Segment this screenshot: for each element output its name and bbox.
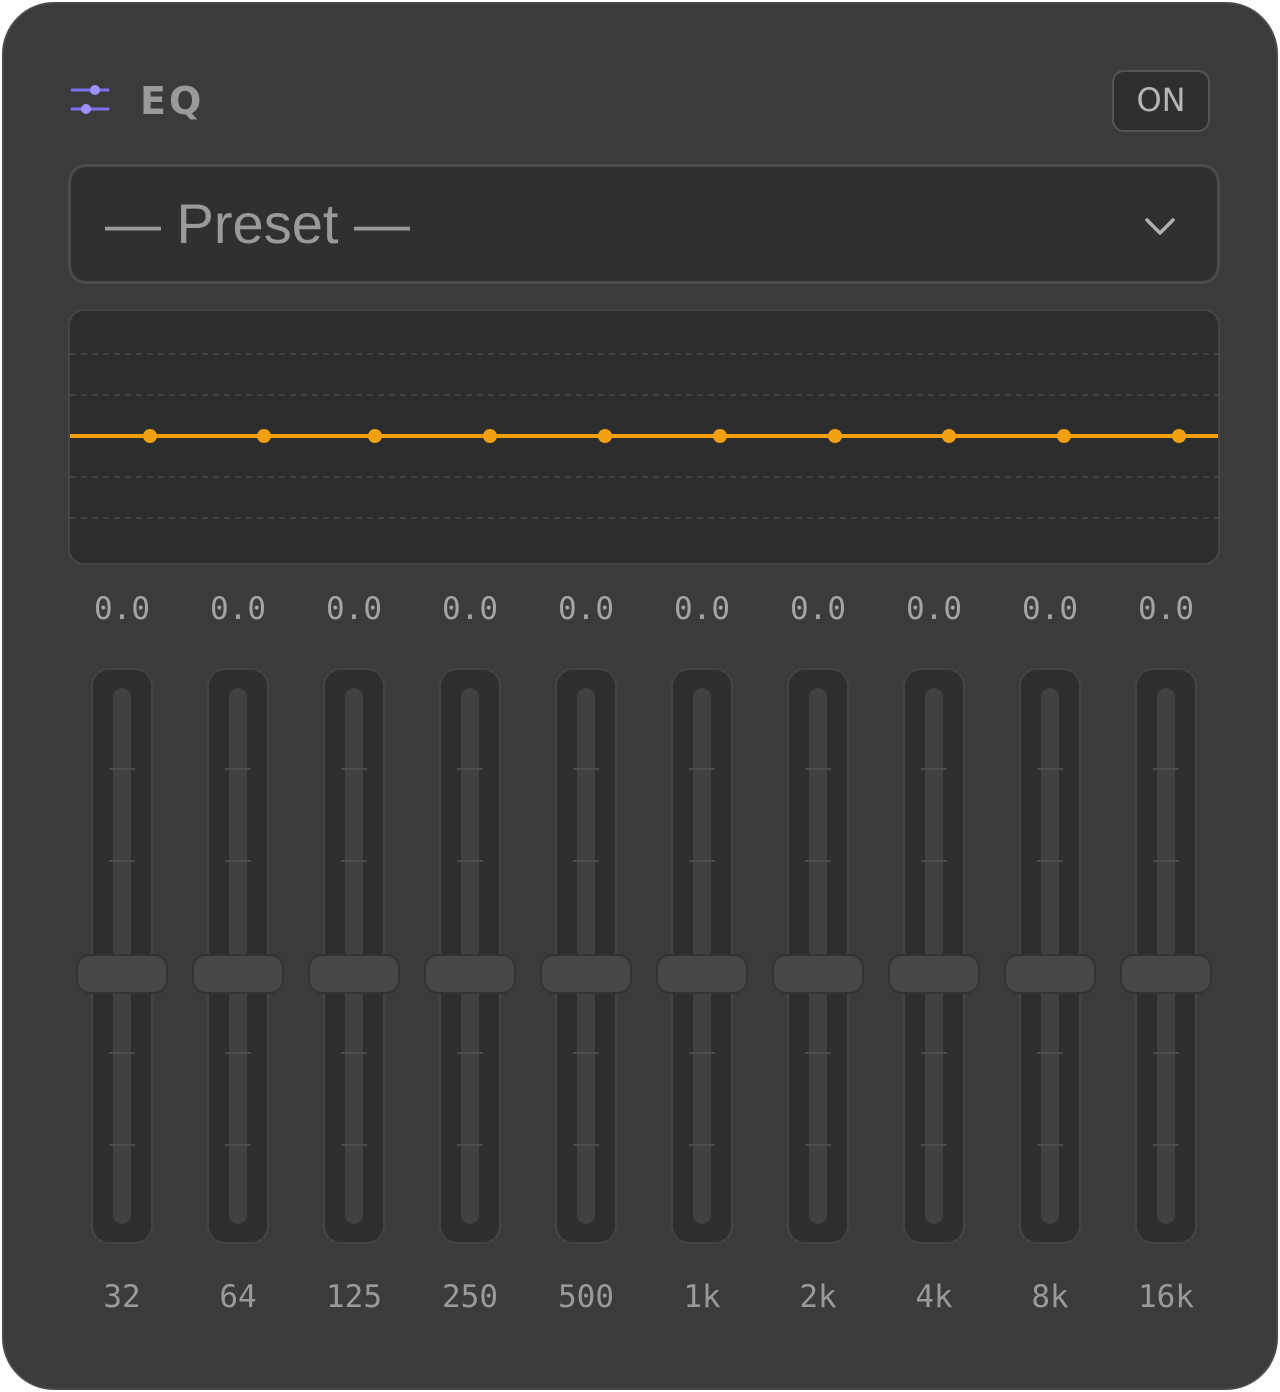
slider-tick — [1153, 1052, 1179, 1054]
slider-tick — [805, 1144, 831, 1146]
slider-tick — [225, 1144, 251, 1146]
slider-tick — [689, 768, 715, 770]
eq-curve-point — [598, 429, 612, 443]
band-slider-thumb[interactable] — [424, 954, 516, 994]
slider-tick — [457, 860, 483, 862]
eq-curve-point — [1057, 429, 1071, 443]
slider-tick — [573, 1144, 599, 1146]
slider-tick — [225, 768, 251, 770]
slider-tick — [457, 1144, 483, 1146]
slider-tick — [225, 860, 251, 862]
slider-tick — [921, 1144, 947, 1146]
band-frequency-label: 1k — [683, 1279, 721, 1315]
eq-curve-point — [143, 429, 157, 443]
band-gain-value: 0.0 — [674, 591, 730, 627]
slider-tick — [1037, 860, 1063, 862]
slider-tick — [921, 1052, 947, 1054]
slider-tick — [805, 860, 831, 862]
preset-select[interactable]: — Preset — — [68, 164, 1220, 284]
slider-tick — [921, 768, 947, 770]
band-frequency-label: 500 — [558, 1279, 614, 1315]
band-frequency-label: 125 — [326, 1279, 382, 1315]
band-slider-thumb[interactable] — [540, 954, 632, 994]
eq-header: EQ ON — [70, 70, 1210, 132]
slider-tick — [573, 860, 599, 862]
chevron-down-icon — [1145, 218, 1175, 235]
band-frequency-label: 32 — [103, 1279, 141, 1315]
preset-selected-value: — Preset — — [105, 192, 410, 255]
slider-tick — [689, 860, 715, 862]
band-slider-thumb[interactable] — [656, 954, 748, 994]
slider-tick — [805, 1052, 831, 1054]
band-frequency-label: 64 — [219, 1279, 257, 1315]
slider-tick — [341, 1144, 367, 1146]
band-frequency-label: 4k — [915, 1279, 953, 1315]
slider-tick — [1153, 1144, 1179, 1146]
band-gain-value: 0.0 — [558, 591, 614, 627]
band-slider-thumb[interactable] — [308, 954, 400, 994]
slider-tick — [1153, 860, 1179, 862]
slider-tick — [573, 768, 599, 770]
eq-curve-point — [828, 429, 842, 443]
slider-tick — [341, 768, 367, 770]
eq-curve-point — [368, 429, 382, 443]
slider-tick — [573, 1052, 599, 1054]
band-slider-thumb[interactable] — [888, 954, 980, 994]
eq-curve-point — [257, 429, 271, 443]
slider-tick — [1037, 1052, 1063, 1054]
slider-tick — [1037, 768, 1063, 770]
band-slider-thumb[interactable] — [76, 954, 168, 994]
eq-curve-point — [483, 429, 497, 443]
eq-curve-point — [942, 429, 956, 443]
slider-tick — [457, 768, 483, 770]
slider-tick — [109, 1052, 135, 1054]
band-gain-value: 0.0 — [442, 591, 498, 627]
band-frequency-label: 250 — [442, 1279, 498, 1315]
slider-tick — [341, 1052, 367, 1054]
band-slider-thumb[interactable] — [1120, 954, 1212, 994]
band-frequency-label: 2k — [799, 1279, 837, 1315]
band-slider-thumb[interactable] — [772, 954, 864, 994]
band-frequency-label: 8k — [1031, 1279, 1069, 1315]
band-slider-thumb[interactable] — [192, 954, 284, 994]
slider-tick — [109, 768, 135, 770]
slider-tick — [457, 1052, 483, 1054]
slider-tick — [689, 1144, 715, 1146]
band-gain-value: 0.0 — [1138, 591, 1194, 627]
eq-curve-point — [1172, 429, 1186, 443]
band-gain-value: 0.0 — [906, 591, 962, 627]
band-gain-value: 0.0 — [94, 591, 150, 627]
band-gain-value: 0.0 — [790, 591, 846, 627]
slider-tick — [225, 1052, 251, 1054]
eq-curve-graph — [70, 353, 1218, 519]
slider-tick — [689, 1052, 715, 1054]
eq-curve-point — [713, 429, 727, 443]
slider-tick — [1153, 768, 1179, 770]
slider-tick — [109, 1144, 135, 1146]
slider-tick — [921, 860, 947, 862]
sliders-icon — [70, 85, 110, 114]
band-slider-thumb[interactable] — [1004, 954, 1096, 994]
band-frequency-label: 16k — [1138, 1279, 1194, 1315]
band-gain-value: 0.0 — [326, 591, 382, 627]
eq-curve-display — [68, 309, 1220, 565]
slider-tick — [1037, 1144, 1063, 1146]
band-gain-value: 0.0 — [1022, 591, 1078, 627]
page-title: EQ — [140, 79, 205, 123]
band-gain-value: 0.0 — [210, 591, 266, 627]
slider-tick — [109, 860, 135, 862]
slider-tick — [805, 768, 831, 770]
slider-tick — [341, 860, 367, 862]
power-toggle-button[interactable]: ON — [1112, 70, 1210, 132]
